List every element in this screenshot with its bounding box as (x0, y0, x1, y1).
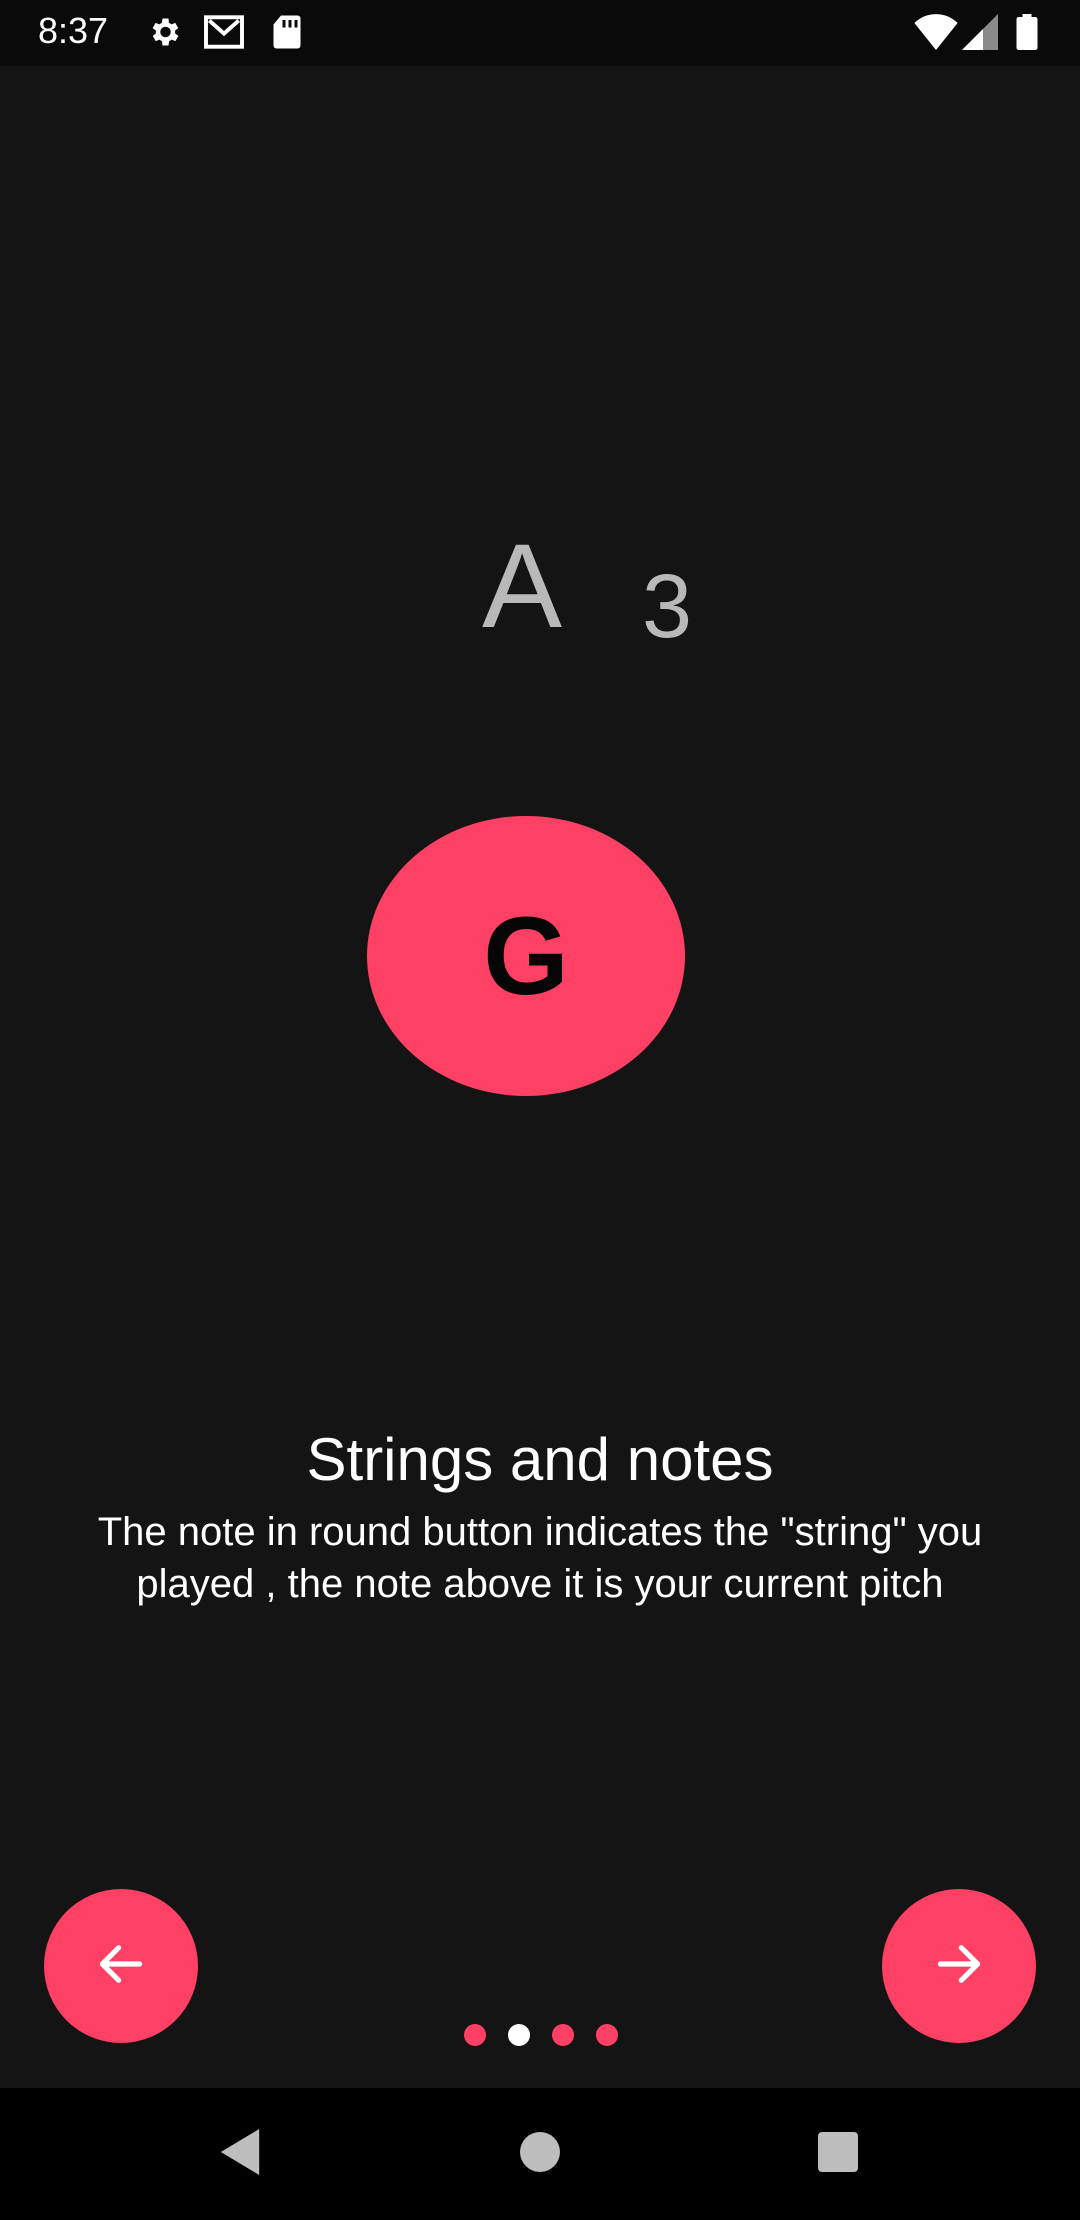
wifi-icon (914, 14, 958, 55)
signal-icon (962, 14, 998, 55)
pitch-note: A (482, 519, 563, 653)
onboarding-description: The note in round button indicates the "… (97, 1510, 983, 1606)
tuner-onboarding-screen: A 3 G Strings and notes The note in roun… (0, 66, 1080, 2088)
onboarding-title: Strings and notes (306, 1426, 774, 1493)
page-dot-4 (596, 2024, 618, 2046)
page-indicator (460, 2024, 620, 2048)
back-triangle-icon (220, 2128, 260, 2180)
recents-square-icon (818, 2131, 858, 2177)
gear-icon (146, 14, 182, 55)
battery-icon (1016, 14, 1038, 55)
home-button[interactable] (460, 2088, 620, 2220)
arrow-right-icon (931, 1936, 987, 1997)
system-navigation-bar (0, 2088, 1080, 2220)
sd-card-icon (272, 14, 302, 55)
page-dot-3 (552, 2024, 574, 2046)
status-bar: 8:37 (0, 0, 1080, 66)
page-dot-1 (464, 2024, 486, 2046)
recents-button[interactable] (758, 2088, 918, 2220)
arrow-left-icon (93, 1936, 149, 1997)
gmail-icon (204, 14, 244, 55)
previous-page-button[interactable] (44, 1889, 198, 2043)
page-dot-2 (508, 2024, 530, 2046)
next-page-button[interactable] (882, 1889, 1036, 2043)
pitch-octave: 3 (642, 557, 693, 657)
home-circle-icon (520, 2131, 560, 2177)
back-button[interactable] (160, 2088, 320, 2220)
status-time: 8:37 (38, 10, 109, 51)
current-pitch-display: A 3 (0, 466, 1080, 686)
string-note-button[interactable]: G (367, 816, 685, 1096)
